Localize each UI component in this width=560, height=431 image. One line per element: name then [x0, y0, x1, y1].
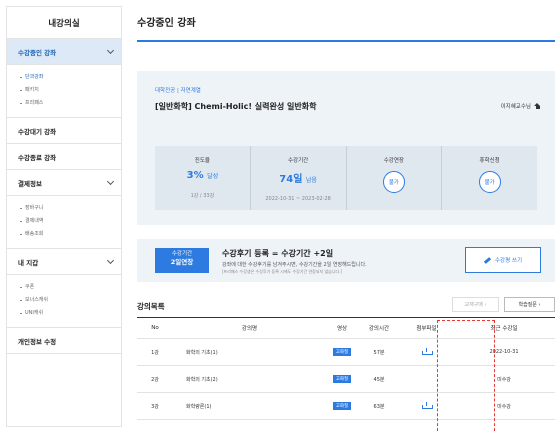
sidebar-item-waiting[interactable]: 수강대기 강좌 — [7, 118, 121, 144]
column-header: 강의시간 — [368, 326, 390, 332]
sidebar-item-label: 수강중인 강좌 — [18, 48, 57, 57]
sidebar-item-label: 수강종료 강좌 — [18, 153, 57, 162]
teacher-name: 이지혜교수님 — [500, 104, 531, 110]
sidebar-title: 내강의실 — [7, 7, 121, 39]
video-cell: 고화질 — [326, 348, 358, 356]
course-stats: 진도율 3% 달성 1강 / 33강 수강기간 74일 남음 2022-10-3… — [155, 146, 537, 210]
sidebar-subitem-package[interactable]: 패키지 — [20, 84, 121, 97]
teacher-link[interactable]: 이지혜교수님 — [501, 102, 541, 110]
sidebar-item-label: 결제정보 — [18, 179, 42, 188]
extend-status-button[interactable]: 불가 — [382, 171, 405, 193]
promo-description: 강좌에 대한 수강후기를 남겨주시면, 수강기간을 2일 연장해드립니다. — [222, 262, 367, 268]
review-promo: 수강기간 2일연장 수강후기 등록 = 수강기간 +2일 강좌에 대한 수강후기… — [137, 239, 555, 282]
hd-play-button[interactable]: 고화질 — [332, 375, 352, 383]
pause-status-button[interactable]: 불가 — [478, 171, 501, 193]
stat-period: 수강기간 74일 남음 2022-10-31 ~ 2023-02-28 — [249, 146, 346, 210]
sidebar-submenu: 쿠폰 보너스캐쉬 UNI캐쉬 — [7, 275, 121, 328]
course-name: [일반화학] Chemi-Holic! 실력완성 일반화학 — [155, 102, 317, 111]
page-title: 수강중인 강좌 — [137, 18, 196, 29]
lecture-name[interactable]: 화학의 기초(1) — [173, 349, 326, 356]
lecture-list-title: 강의목록 — [137, 302, 165, 311]
sidebar-subitem-uni-cash[interactable]: UNI캐쉬 — [20, 307, 121, 320]
sidebar-item-ended[interactable]: 수강종료 강좌 — [7, 144, 121, 170]
sidebar-submenu: 장바구니 결제내역 배송조회 — [7, 196, 121, 249]
lecture-time: 63분 — [373, 403, 385, 410]
sidebar-item-enrolled[interactable]: 수강중인 강좌 — [7, 39, 121, 65]
sidebar-subitem-cart[interactable]: 장바구니 — [20, 202, 121, 215]
sidebar-item-label: 개인정보 수정 — [18, 337, 57, 346]
stat-label: 수강기간 — [288, 158, 309, 164]
sidebar: 내강의실 수강중인 강좌 단과강좌 패키지 프리패스 수강대기 강좌 수강종료 … — [6, 6, 122, 427]
video-cell: 고화질 — [326, 402, 358, 410]
stat-extend: 수강연장 불가 — [345, 146, 442, 210]
sidebar-item-profile[interactable]: 개인정보 수정 — [7, 328, 121, 354]
sidebar-item-label: 수강대기 강좌 — [18, 127, 57, 136]
stat-detail: 2022-10-31 ~ 2023-02-28 — [265, 196, 331, 202]
stat-detail: 1강 / 33강 — [190, 193, 215, 199]
sidebar-submenu: 단과강좌 패키지 프리패스 — [7, 65, 121, 118]
buy-textbook-button[interactable]: 교재구매 › — [452, 297, 499, 312]
lecture-time: 57분 — [373, 349, 385, 356]
lecture-time: 45분 — [373, 376, 385, 383]
lecture-no: 3강 — [151, 403, 159, 410]
stat-value: 3% 달성 — [186, 170, 219, 181]
column-header: 강의명 — [241, 326, 258, 332]
sidebar-subitem-payment-history[interactable]: 결제내역 — [20, 215, 121, 228]
stat-value: 74일 남음 — [279, 174, 317, 185]
sidebar-item-payment[interactable]: 결제정보 — [7, 170, 121, 196]
sidebar-subitem-coupon[interactable]: 쿠폰 — [20, 281, 121, 294]
home-icon — [534, 102, 541, 110]
sidebar-subitem-freepass[interactable]: 프리패스 — [20, 97, 121, 110]
lecture-name[interactable]: 화학의 기초(2) — [173, 376, 326, 383]
study-question-button[interactable]: 학습질문 › — [504, 297, 555, 312]
write-review-button[interactable]: 수강평 쓰기 — [465, 247, 541, 273]
chevron-down-icon — [106, 46, 115, 54]
button-label: 수강평 쓰기 — [494, 258, 523, 264]
promo-note: [프리패스 수강생은 수강후기 등록 시에도 수강기간 연장되지 않습니다.] — [222, 269, 343, 274]
sidebar-subitem-delivery[interactable]: 배송조회 — [20, 228, 121, 241]
course-summary: 대학전공 | 자연계열 [일반화학] Chemi-Holic! 실력완성 일반화… — [137, 71, 555, 225]
sidebar-subitem-single[interactable]: 단과강좌 — [20, 71, 121, 84]
chevron-down-icon — [106, 256, 115, 264]
lecture-name[interactable]: 화학량론(1) — [173, 403, 326, 410]
column-header: No — [151, 325, 159, 331]
title-divider — [137, 40, 555, 42]
stat-label: 휴학신청 — [479, 158, 500, 164]
hd-play-button[interactable]: 고화질 — [332, 348, 352, 356]
download-icon[interactable] — [422, 347, 433, 355]
stat-pause: 휴학신청 불가 — [441, 146, 537, 210]
promo-badge: 수강기간 2일연장 — [155, 248, 209, 273]
stat-label: 수강연장 — [383, 158, 404, 164]
sidebar-subitem-bonus-cash[interactable]: 보너스캐쉬 — [20, 294, 121, 307]
video-cell: 고화질 — [326, 375, 358, 383]
sidebar-item-wallet[interactable]: 내 지갑 — [7, 249, 121, 275]
download-icon[interactable] — [422, 401, 433, 409]
attachment-highlight-box — [437, 320, 495, 431]
stat-label: 진도율 — [194, 158, 210, 164]
pencil-icon — [483, 256, 492, 264]
sidebar-item-label: 내 지갑 — [18, 258, 39, 267]
promo-title: 수강후기 등록 = 수강기간 +2일 — [222, 249, 334, 258]
chevron-down-icon — [106, 177, 115, 185]
hd-play-button[interactable]: 고화질 — [332, 402, 352, 410]
lecture-no: 2강 — [151, 376, 159, 383]
column-header: 영상 — [336, 326, 348, 332]
course-category: 대학전공 | 자연계열 — [155, 88, 201, 94]
lecture-no: 1강 — [151, 349, 159, 356]
stat-progress: 진도율 3% 달성 1강 / 33강 — [155, 146, 250, 210]
